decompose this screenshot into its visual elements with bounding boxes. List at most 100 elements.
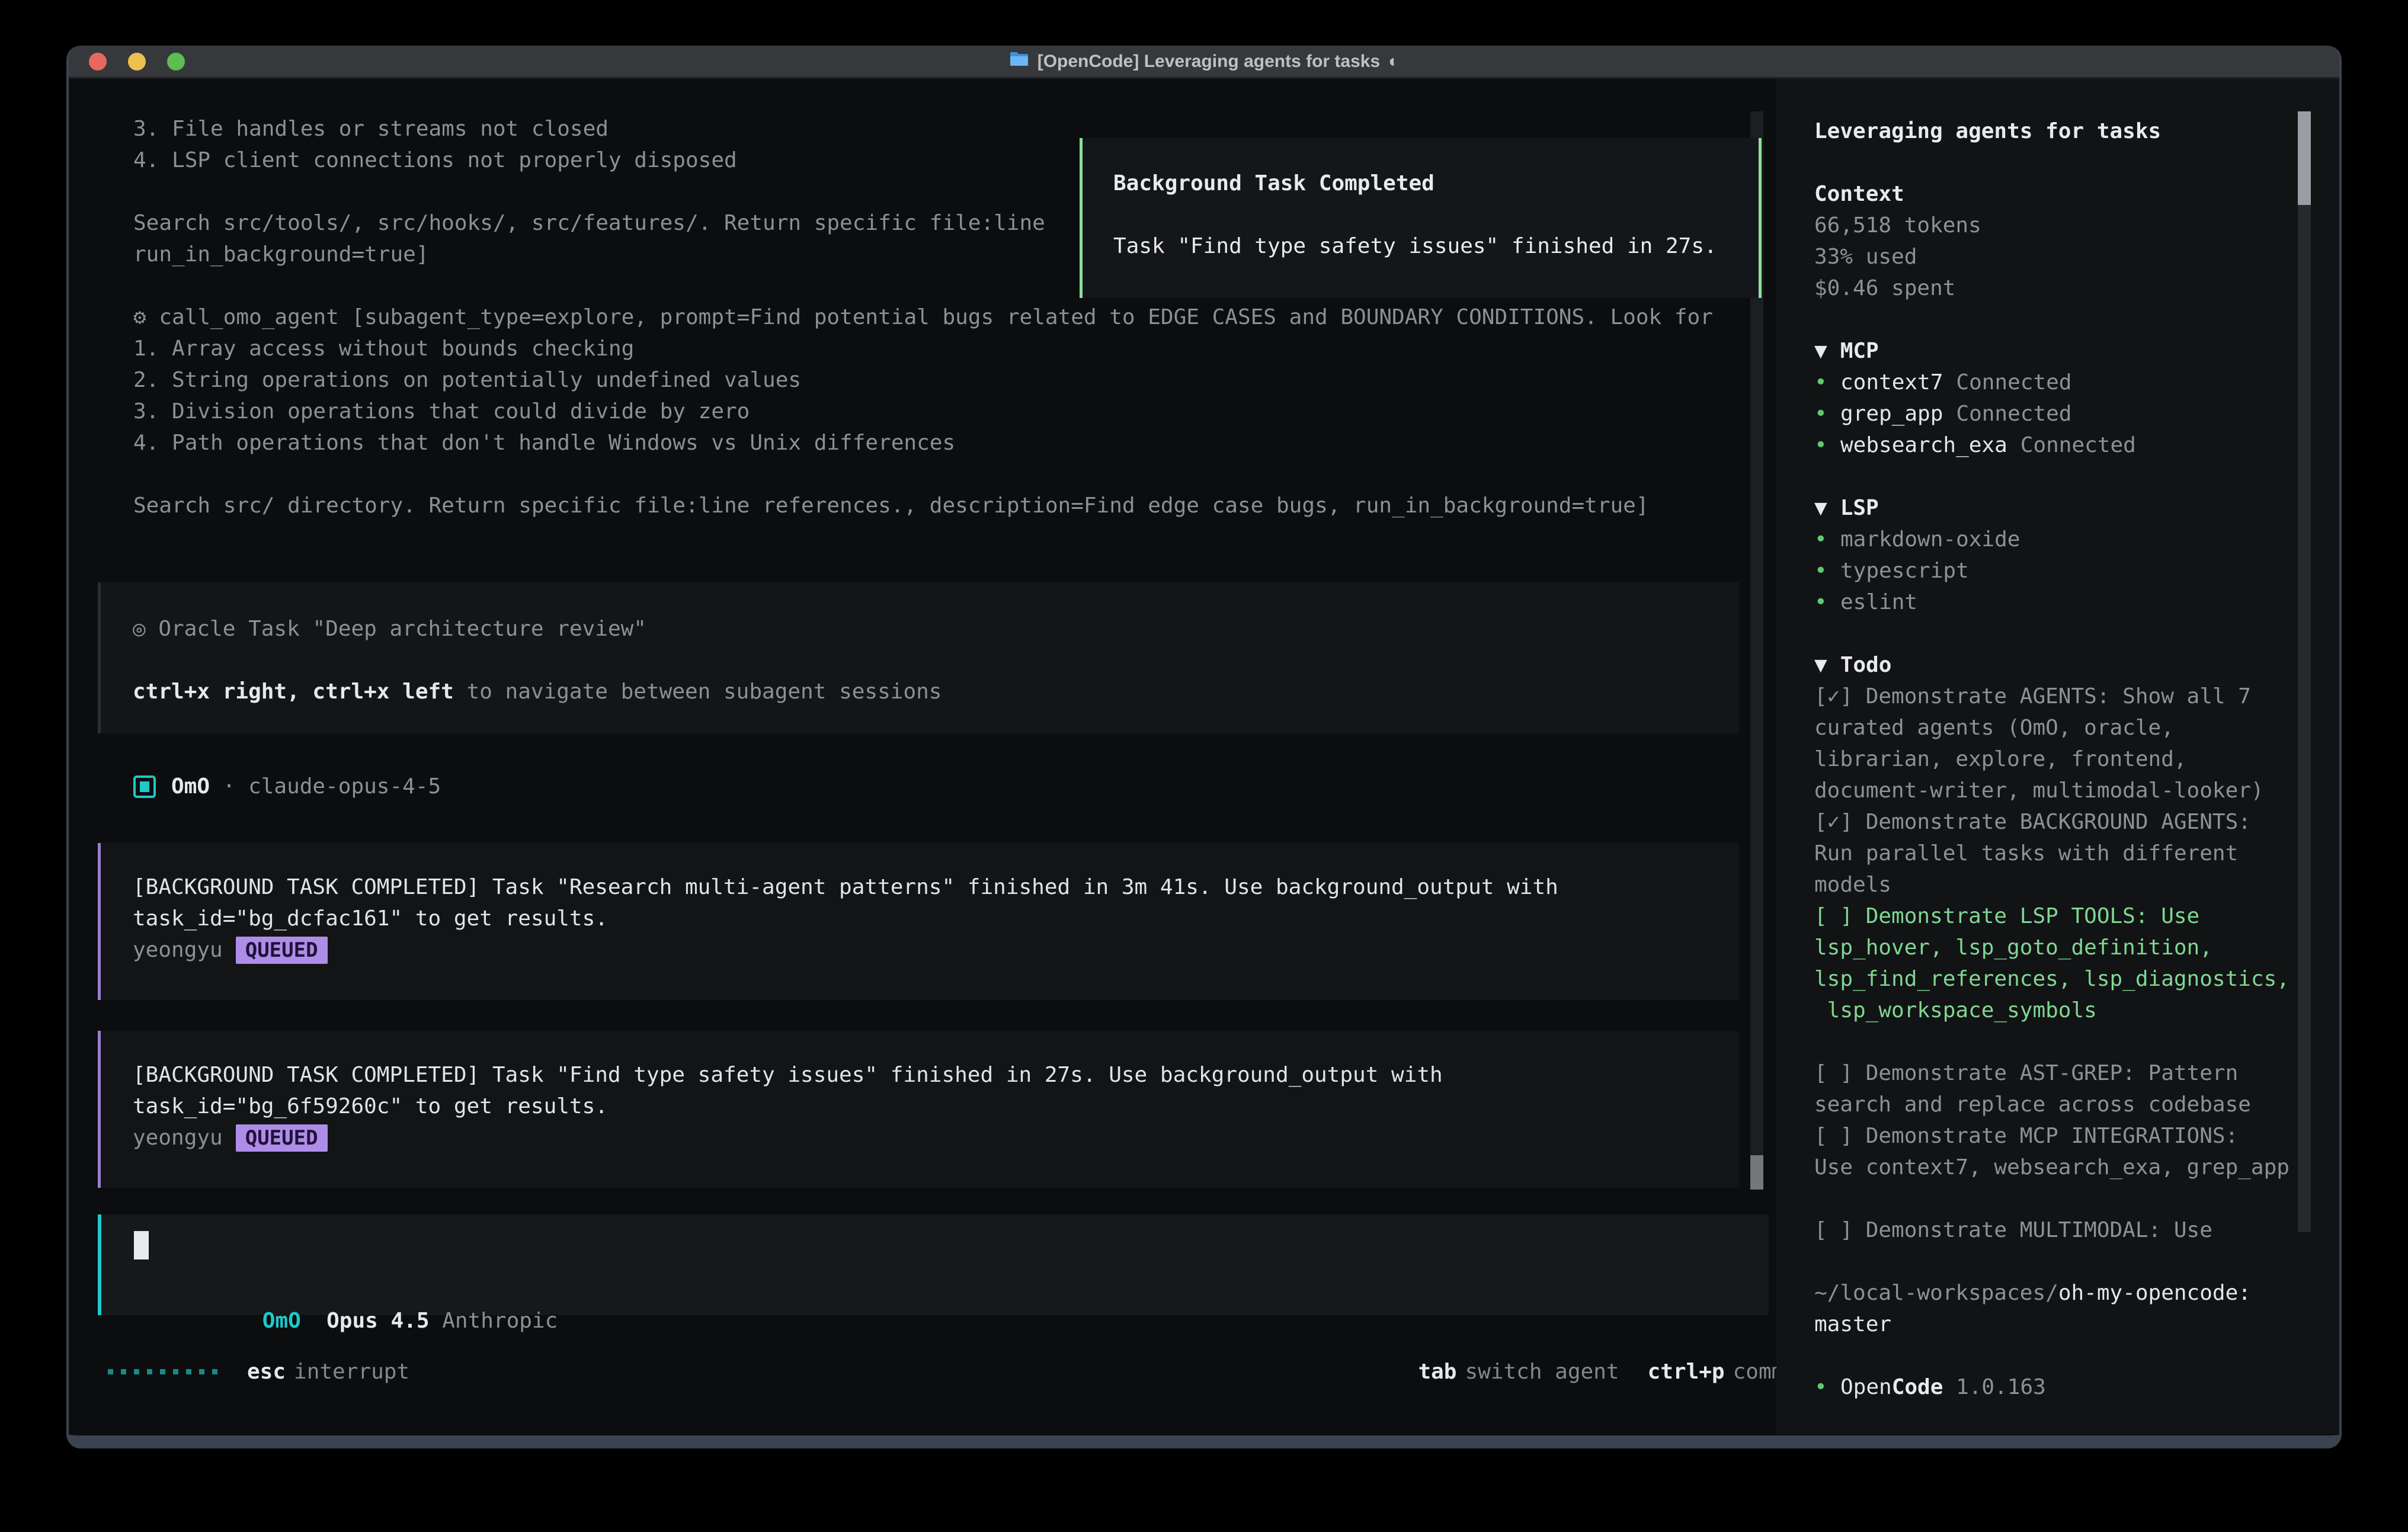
text-cursor (134, 1231, 149, 1259)
prompt-input[interactable]: OmO Opus 4.5 Anthropic (98, 1214, 1769, 1315)
sidebar: Leveraging agents for tasks Context 66,5… (1776, 79, 2339, 1434)
todo-item-line-active: lsp_workspace_symbols (1814, 995, 2294, 1026)
sidebar-scrollbar[interactable] (2298, 111, 2311, 1232)
model-selector-row[interactable]: OmO Opus 4.5 Anthropic (134, 1274, 558, 1305)
context-used: 33% used (1814, 241, 2294, 273)
bullet-icon: • (1814, 430, 1840, 461)
task-message-line: task_id="bg_6f59260c" to get results. (133, 1091, 1739, 1122)
gear-icon: ⚙ (133, 305, 159, 329)
terminal-line (133, 459, 1713, 490)
hint-keys: ctrl+x right, ctrl+x left (133, 680, 454, 704)
mcp-status: Connected (1956, 402, 2071, 426)
terminal-line: 1. Array access without bounds checking (133, 333, 1713, 364)
todo-section-header[interactable]: ▼Todo (1814, 649, 2294, 681)
mcp-item: •grep_appConnected (1814, 398, 2294, 430)
background-task-message: [BACKGROUND TASK COMPLETED] Task "Find t… (98, 1031, 1739, 1188)
oracle-task-block: ◎ Oracle Task "Deep architecture review"… (98, 582, 1739, 733)
bullseye-icon: ◎ (133, 617, 158, 641)
task-message-line: task_id="bg_dcfac161" to get results. (133, 903, 1739, 934)
sidebar-scrollbar-thumb[interactable] (2298, 111, 2311, 205)
task-user: yeongyu (133, 1126, 223, 1150)
bullet-icon: • (1814, 524, 1840, 555)
task-meta-row: yeongyu QUEUED (133, 1122, 1739, 1153)
mcp-item: •websearch_exaConnected (1814, 430, 2294, 461)
activity-dots-icon (108, 1369, 217, 1374)
context-spent: $0.46 spent (1814, 273, 2294, 304)
terminal-line: 3. Division operations that could divide… (133, 396, 1713, 427)
todo-item-line-active: lsp_hover, lsp_goto_definition, (1814, 932, 2294, 963)
bullet-icon: • (1814, 367, 1840, 398)
session-progress-glyph: ◐ (1388, 52, 1399, 72)
task-meta-row: yeongyu QUEUED (133, 934, 1739, 966)
context-tokens: 66,518 tokens (1814, 210, 2294, 241)
bullet-icon: • (1814, 1371, 1840, 1403)
input-model-name: Opus 4.5 (301, 1309, 430, 1333)
tool-call-line: ⚙ call_omo_agent [subagent_type=explore,… (133, 302, 1713, 333)
ctrlp-key-hint: ctrl+p (1648, 1360, 1725, 1384)
app-version: •OpenCode 1.0.163 (1814, 1371, 2294, 1403)
bullet-icon: • (1814, 586, 1840, 618)
status-left: esc interrupt (108, 1360, 409, 1384)
input-agent-name: OmO (262, 1309, 301, 1333)
todo-item-line: [ ] Demonstrate MCP INTEGRATIONS: (1814, 1120, 2294, 1152)
context-heading: Context (1814, 178, 2294, 210)
window-title: [OpenCode] Leveraging agents for tasks (1038, 52, 1380, 72)
hint-text: to navigate between subagent sessions (454, 680, 942, 704)
tab-key-label: switch agent (1465, 1360, 1619, 1384)
status-bar: esc interrupt tab switch agent ctrl+p co… (108, 1356, 1836, 1387)
input-provider-name: Anthropic (430, 1309, 558, 1333)
todo-item-line: document-writer, multimodal-looker) (1814, 775, 2294, 806)
window-titlebar[interactable]: [OpenCode] Leveraging agents for tasks ◐ (69, 46, 2339, 79)
agent-header: OmO · claude-opus-4-5 (133, 771, 441, 802)
bullet-icon: • (1814, 398, 1840, 430)
omo-agent-icon (133, 775, 156, 798)
queued-status-badge: QUEUED (236, 937, 328, 964)
lsp-section-header[interactable]: ▼LSP (1814, 492, 2294, 524)
todo-item-line: librarian, explore, frontend, (1814, 743, 2294, 775)
todo-item-line: models (1814, 869, 2294, 900)
sidebar-content: Leveraging agents for tasks Context 66,5… (1814, 116, 2294, 1403)
todo-item-line: [✓] Demonstrate AGENTS: Show all 7 (1814, 681, 2294, 712)
separator-dot: · (210, 771, 248, 802)
terminal-line: 4. Path operations that don't handle Win… (133, 427, 1713, 459)
lsp-item: •markdown-oxide (1814, 524, 2294, 555)
todo-item-line: Use context7, websearch_exa, grep_app (1814, 1152, 2294, 1183)
chevron-down-icon: ▼ (1814, 653, 1827, 677)
todo-item-line: [✓] Demonstrate BACKGROUND AGENTS: (1814, 806, 2294, 838)
todo-item-line: [ ] Demonstrate MULTIMODAL: Use (1814, 1214, 2294, 1246)
bullet-icon: • (1814, 555, 1840, 586)
todo-item-line-active: lsp_find_references, lsp_diagnostics, (1814, 963, 2294, 995)
lsp-item: •eslint (1814, 586, 2294, 618)
task-message-line: [BACKGROUND TASK COMPLETED] Task "Find t… (133, 1059, 1739, 1091)
mcp-item: •context7Connected (1814, 367, 2294, 398)
desktop-background: [OpenCode] Leveraging agents for tasks ◐… (0, 0, 2408, 1532)
notification-title: Background Task Completed (1113, 168, 1759, 199)
agent-model: claude-opus-4-5 (248, 771, 441, 802)
background-task-message: [BACKGROUND TASK COMPLETED] Task "Resear… (98, 843, 1739, 1000)
terminal-line: 2. String operations on potentially unde… (133, 364, 1713, 396)
queued-status-badge: QUEUED (236, 1124, 328, 1152)
workspace-branch: master (1814, 1309, 2294, 1340)
todo-item-line: search and replace across codebase (1814, 1089, 2294, 1120)
mcp-status: Connected (2020, 433, 2136, 457)
task-user: yeongyu (133, 938, 223, 962)
main-scrollbar-thumb[interactable] (1750, 1155, 1763, 1190)
mcp-section-header[interactable]: ▼MCP (1814, 335, 2294, 367)
oracle-task-title: ◎ Oracle Task "Deep architecture review" (133, 613, 1739, 645)
folder-icon (1009, 51, 1029, 72)
todo-item-line: curated agents (OmO, oracle, (1814, 712, 2294, 743)
workspace-path: ~/local-workspaces/oh-my-opencode: (1814, 1277, 2294, 1309)
terminal-content: 3. File handles or streams not closed 4.… (69, 79, 2339, 1434)
app-window: [OpenCode] Leveraging agents for tasks ◐… (66, 46, 2342, 1448)
mcp-status: Connected (1956, 370, 2071, 395)
todo-item-line-active: [ ] Demonstrate LSP TOOLS: Use (1814, 900, 2294, 932)
tab-key-hint: tab (1418, 1360, 1456, 1384)
subagent-navigation-hint: ctrl+x right, ctrl+x left to navigate be… (133, 676, 1739, 707)
task-message-line: [BACKGROUND TASK COMPLETED] Task "Resear… (133, 871, 1739, 903)
background-task-notification: Background Task Completed Task "Find typ… (1080, 138, 1762, 298)
window-title-area: [OpenCode] Leveraging agents for tasks ◐ (69, 51, 2339, 72)
status-right: tab switch agent ctrl+p commands (1418, 1360, 1836, 1384)
notification-body: Task "Find type safety issues" finished … (1113, 230, 1759, 262)
esc-key-label: interrupt (294, 1360, 409, 1384)
terminal-line: Search src/ directory. Return specific f… (133, 490, 1713, 521)
